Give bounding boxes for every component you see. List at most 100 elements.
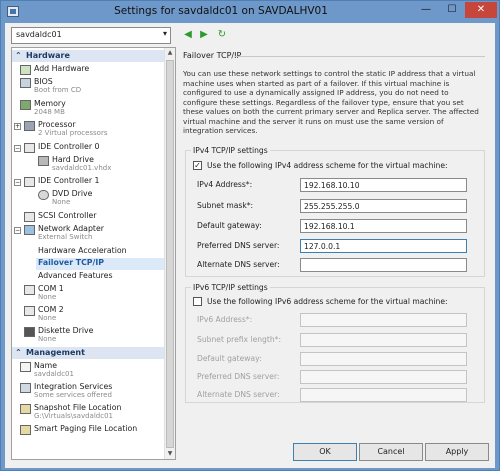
- scroll-up-icon[interactable]: ▲: [165, 48, 175, 58]
- dvd-drive-icon: [38, 190, 49, 200]
- default-gateway-input[interactable]: 192.168.10.1: [300, 219, 467, 233]
- client-area: savdaldc01 ▾ ◀ ▶ ↻ Hardware Add Hardware…: [5, 23, 495, 468]
- collapse-ide1-icon[interactable]: −: [14, 179, 21, 186]
- sidebar-item-label: DVD Drive: [52, 189, 93, 198]
- preferred-dns-label: Preferred DNS server:: [197, 241, 280, 250]
- vm-selector-value: savdaldc01: [16, 30, 62, 39]
- expand-processor-icon[interactable]: +: [14, 123, 21, 130]
- ipv6-checkbox[interactable]: [193, 297, 202, 306]
- ipv6-gateway-input[interactable]: [300, 352, 467, 366]
- sidebar-item-label: BIOS: [34, 77, 53, 86]
- window-title: Settings for savdaldc01 on SAVDALHV01: [114, 5, 328, 17]
- sidebar-item-label: Integration Services: [34, 382, 113, 391]
- collapse-ide0-icon[interactable]: −: [14, 145, 21, 152]
- bios-icon: [20, 78, 31, 88]
- ipv4-checkbox[interactable]: ✓: [193, 161, 202, 170]
- refresh-icon[interactable]: ↻: [215, 27, 229, 42]
- memory-icon: [20, 100, 31, 110]
- preferred-dns-input[interactable]: 127.0.0.1: [300, 239, 467, 253]
- ipv6-alternate-dns-label: Alternate DNS server:: [197, 390, 280, 399]
- sidebar-item-sub: Some services offered: [34, 391, 112, 399]
- diskette-icon: [24, 327, 35, 337]
- ipv4-checkbox-label: Use the following IPv4 address scheme fo…: [207, 161, 448, 170]
- sidebar-item-label: Memory: [34, 99, 66, 108]
- hard-drive-icon: [38, 156, 49, 166]
- sidebar-item-sub: 2 Virtual processors: [38, 129, 108, 137]
- ok-button[interactable]: OK: [293, 443, 357, 461]
- forward-arrow-icon[interactable]: ▶: [197, 27, 211, 42]
- collapse-network-icon[interactable]: −: [14, 227, 21, 234]
- sidebar-item-hard-drive[interactable]: Hard Drive savdaldc01.vhdx: [38, 155, 168, 175]
- sidebar-item-label: COM 2: [38, 305, 64, 314]
- subnet-mask-input[interactable]: 255.255.255.0: [300, 199, 467, 213]
- back-arrow-icon[interactable]: ◀: [181, 27, 195, 42]
- ipv6-prefix-input[interactable]: [300, 333, 467, 347]
- sidebar-item-label: Failover TCP/IP: [38, 258, 104, 267]
- sidebar-item-sub: None: [52, 198, 71, 206]
- integration-services-icon: [20, 383, 31, 393]
- maximize-button[interactable]: ☐: [439, 2, 465, 18]
- sidebar-item-label: Smart Paging File Location: [34, 424, 138, 433]
- processor-icon: [24, 121, 35, 131]
- snapshot-folder-icon: [20, 404, 31, 414]
- sidebar-item-sub: None: [38, 335, 57, 343]
- ipv6-preferred-dns-input[interactable]: [300, 370, 467, 384]
- sidebar-item-network-adapter[interactable]: Network Adapter External Switch: [24, 224, 168, 244]
- sidebar-item-com2[interactable]: COM 2 None: [24, 305, 168, 325]
- ide-controller-icon: [24, 143, 35, 153]
- apply-button[interactable]: Apply: [425, 443, 489, 461]
- sidebar-item-name[interactable]: Name savdaldc01: [20, 361, 168, 381]
- alternate-dns-label: Alternate DNS server:: [197, 260, 280, 269]
- sidebar-item-bios[interactable]: BIOS Boot from CD: [20, 77, 168, 97]
- sidebar-item-label: SCSI Controller: [38, 211, 97, 220]
- ipv4-address-input[interactable]: 192.168.10.10: [300, 178, 467, 192]
- sidebar-item-sub: None: [38, 314, 57, 322]
- ipv4-address-label: IPv4 Address*:: [197, 180, 253, 189]
- scroll-down-icon[interactable]: ▼: [165, 449, 175, 459]
- scrollbar-thumb[interactable]: [166, 60, 174, 448]
- close-button[interactable]: ✕: [465, 2, 497, 18]
- network-adapter-icon: [24, 225, 35, 235]
- ipv6-address-label: IPv6 Address*:: [197, 315, 253, 324]
- settings-window: Settings for savdaldc01 on SAVDALHV01 — …: [0, 0, 500, 471]
- sidebar-item-memory[interactable]: Memory 2048 MB: [20, 99, 168, 119]
- sidebar-item-diskette-drive[interactable]: Diskette Drive None: [24, 326, 168, 346]
- minimize-button[interactable]: —: [413, 2, 439, 18]
- alternate-dns-input[interactable]: [300, 258, 467, 272]
- sidebar-item-dvd-drive[interactable]: DVD Drive None: [38, 189, 168, 209]
- name-icon: [20, 362, 31, 372]
- sidebar-item-label: Add Hardware: [34, 64, 90, 73]
- sidebar-item-processor[interactable]: Processor 2 Virtual processors: [24, 120, 168, 140]
- com-port-icon: [24, 285, 35, 295]
- hardware-section-header[interactable]: Hardware: [12, 50, 164, 62]
- sidebar-item-label: Advanced Features: [38, 271, 113, 280]
- sidebar-item-label: Name: [34, 361, 58, 370]
- panel-description: You can use these network settings to co…: [183, 69, 479, 135]
- sidebar-item-label: COM 1: [38, 284, 64, 293]
- default-gateway-label: Default gateway:: [197, 221, 262, 230]
- com-port-icon: [24, 306, 35, 316]
- sidebar-item-com1[interactable]: COM 1 None: [24, 284, 168, 304]
- chevron-down-icon: ▾: [162, 29, 167, 38]
- ipv6-address-input[interactable]: [300, 313, 467, 327]
- cancel-button[interactable]: Cancel: [359, 443, 423, 461]
- sidebar-item-sub: External Switch: [38, 233, 93, 241]
- sidebar-item-label: Processor: [38, 120, 76, 129]
- sidebar-item-integration-services[interactable]: Integration Services Some services offer…: [20, 382, 168, 402]
- title-bar[interactable]: Settings for savdaldc01 on SAVDALHV01 — …: [1, 1, 499, 23]
- sidebar-item-label: Hardware Acceleration: [38, 246, 127, 255]
- add-hardware-icon: [20, 65, 31, 75]
- management-section-header[interactable]: Management: [12, 347, 164, 359]
- tree-scrollbar[interactable]: ▲ ▼: [164, 48, 175, 459]
- sidebar-item-label: IDE Controller 1: [38, 176, 100, 185]
- vm-selector-dropdown[interactable]: savdaldc01 ▾: [11, 27, 171, 44]
- sidebar-item-snapshot-location[interactable]: Snapshot File Location G:\Virtuals\savda…: [20, 403, 168, 423]
- ipv6-alternate-dns-input[interactable]: [300, 388, 467, 402]
- ipv6-preferred-dns-label: Preferred DNS server:: [197, 372, 280, 381]
- settings-tree: Hardware Add Hardware BIOS Boot from CD …: [11, 47, 176, 460]
- sidebar-item-sub: 2048 MB: [34, 108, 65, 116]
- sidebar-item-sub: G:\Virtuals\savdaldc01: [34, 412, 113, 420]
- sidebar-item-failover-tcpip[interactable]: Failover TCP/IP: [36, 258, 168, 270]
- ipv6-prefix-label: Subnet prefix length*:: [197, 335, 282, 344]
- sidebar-item-smart-paging[interactable]: Smart Paging File Location: [20, 424, 168, 444]
